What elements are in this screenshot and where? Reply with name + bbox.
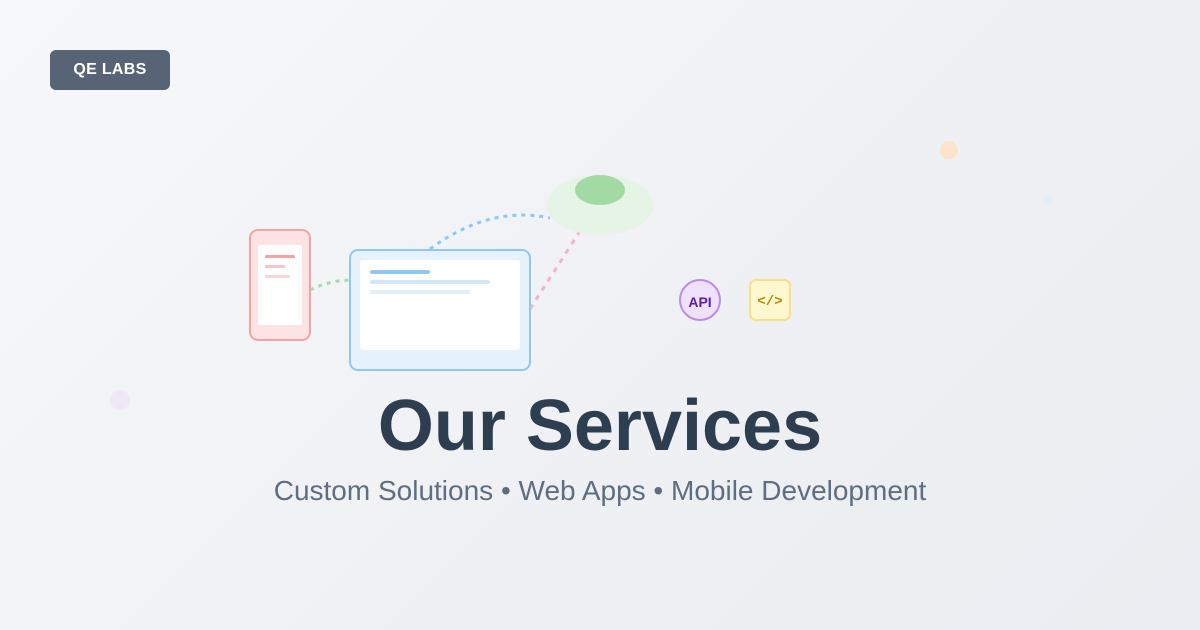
browser-cloud-connector-2 bbox=[528, 227, 584, 310]
services-illustration: API </> bbox=[110, 141, 1054, 410]
api-badge-label: API bbox=[688, 294, 711, 310]
browser-cloud-connector bbox=[429, 213, 551, 251]
phone-icon bbox=[249, 229, 311, 341]
cloud-icon bbox=[547, 175, 653, 235]
browser-window-icon bbox=[349, 249, 531, 371]
decor-dot-blue bbox=[1044, 195, 1054, 205]
code-badge-label: </> bbox=[757, 294, 782, 310]
decor-dot-orange bbox=[940, 141, 958, 159]
page-subtitle: Custom Solutions • Web Apps • Mobile Dev… bbox=[273, 475, 927, 506]
api-badge-icon: API bbox=[679, 279, 721, 321]
page-title: Our Services bbox=[377, 386, 823, 466]
code-badge-icon: </> bbox=[749, 279, 791, 321]
